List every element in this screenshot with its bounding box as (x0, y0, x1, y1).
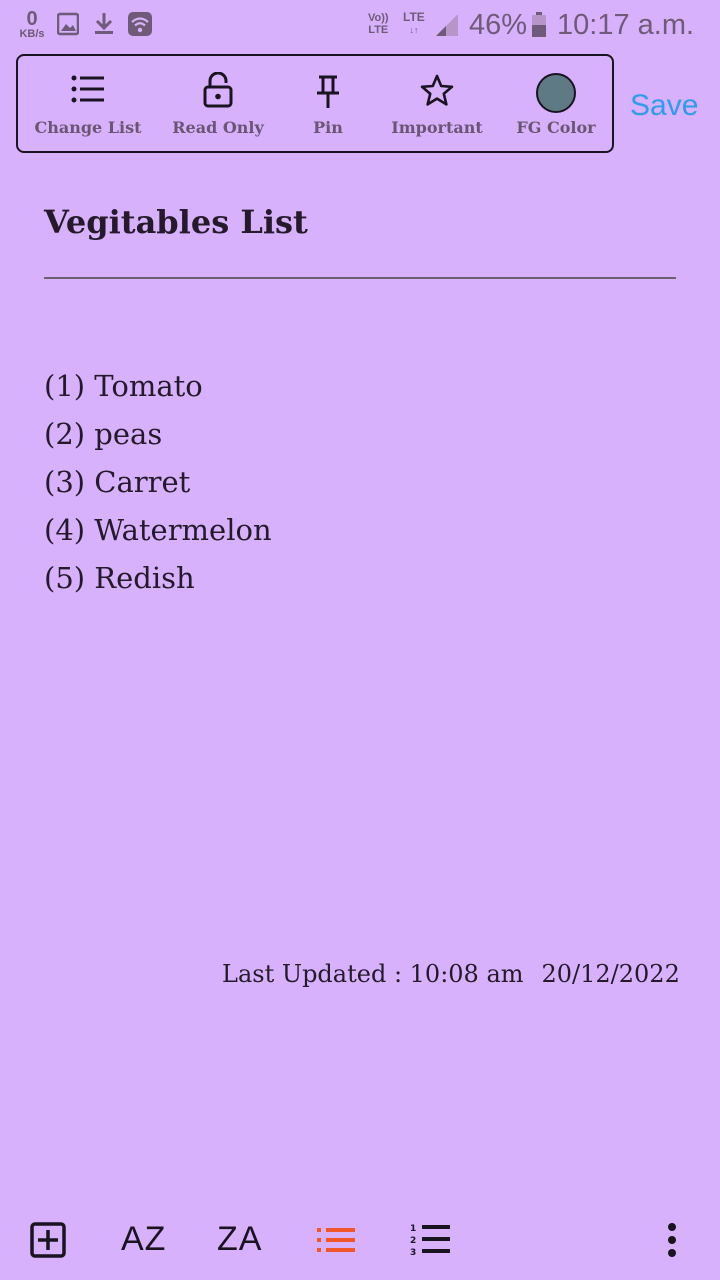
list-icon (71, 74, 105, 108)
svg-text:2: 2 (410, 1236, 416, 1246)
add-box-icon[interactable] (30, 1222, 66, 1262)
download-icon (93, 12, 115, 41)
read-only-button[interactable]: Read Only (160, 56, 276, 151)
lte-label: LTE (403, 10, 425, 24)
title-divider (44, 277, 676, 279)
list-item: (3) Carret (44, 465, 191, 499)
star-icon (420, 74, 454, 110)
numbered-list-icon[interactable]: 1 2 3 (410, 1222, 452, 1262)
battery-icon (531, 12, 547, 43)
save-button[interactable]: Save (630, 89, 698, 123)
more-vert-icon[interactable] (666, 1222, 678, 1262)
image-notification-icon (56, 12, 80, 41)
list-item: (5) Redish (44, 561, 195, 595)
status-bar: 0 KB/s Vo)) LTE LTE ↓↑ 46% 10:17 a.m. (0, 0, 720, 52)
volte-line1: Vo)) (368, 12, 389, 24)
bullet-list-icon[interactable] (317, 1227, 355, 1257)
bottom-toolbar: AZ ZA 1 2 3 (0, 1200, 720, 1280)
lte-indicator: LTE ↓↑ (403, 11, 425, 36)
sort-az-button[interactable]: AZ (121, 1220, 166, 1259)
change-list-button[interactable]: Change List (26, 56, 150, 151)
fg-color-swatch (535, 72, 577, 118)
network-speed-value: 0 (26, 8, 38, 30)
wifi-icon (128, 12, 152, 41)
svg-text:1: 1 (410, 1224, 416, 1234)
pin-icon (314, 74, 342, 114)
unlock-icon (203, 71, 233, 112)
sort-za-button[interactable]: ZA (217, 1220, 262, 1259)
last-updated-label: Last Updated : 10:08 am (222, 960, 524, 988)
data-arrows-icon: ↓↑ (409, 25, 419, 35)
note-toolbar: Change List Read Only Pin Important FG C… (16, 54, 614, 153)
list-item: (4) Watermelon (44, 513, 272, 547)
clock: 10:17 a.m. (557, 9, 695, 41)
svg-text:3: 3 (410, 1248, 416, 1258)
fg-color-label: FG Color (516, 118, 596, 137)
important-label: Important (391, 118, 483, 137)
list-item: (2) peas (44, 417, 163, 451)
important-button[interactable]: Important (380, 56, 494, 151)
battery-percent: 46% (469, 9, 528, 41)
pin-label: Pin (313, 118, 343, 137)
note-title[interactable]: Vegitables List (44, 203, 308, 241)
fg-color-button[interactable]: FG Color (506, 56, 606, 151)
change-list-label: Change List (34, 118, 142, 137)
network-speed-unit: KB/s (19, 28, 45, 40)
signal-icon (434, 12, 460, 43)
volte-indicator: Vo)) LTE (368, 12, 389, 36)
note-body[interactable]: (1) Tomato (2) peas (3) Carret (4) Water… (44, 362, 272, 602)
network-speed: 0 KB/s (18, 9, 46, 40)
pin-button[interactable]: Pin (286, 56, 370, 151)
list-item: (1) Tomato (44, 369, 203, 403)
last-updated: Last Updated : 10:08 am 20/12/2022 (222, 960, 680, 988)
read-only-label: Read Only (172, 118, 264, 137)
last-updated-date: 20/12/2022 (541, 960, 680, 988)
volte-line2: LTE (368, 24, 389, 36)
